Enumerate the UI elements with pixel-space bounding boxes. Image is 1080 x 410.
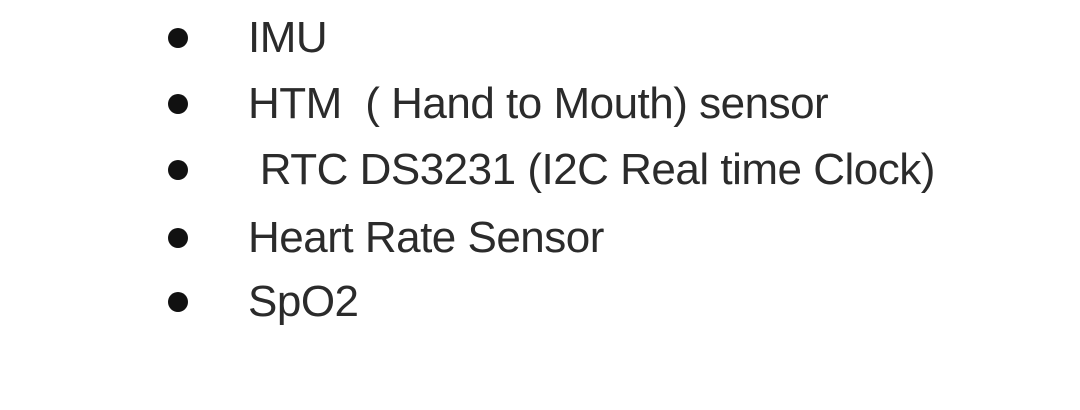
list-item-label: Heart Rate Sensor — [248, 213, 604, 262]
bullet-icon — [168, 228, 188, 248]
list-item-label: IMU — [248, 13, 328, 62]
bullet-icon — [168, 292, 188, 312]
bullet-icon — [168, 160, 188, 180]
bullet-icon — [168, 28, 188, 48]
list-item-label: SpO2 — [248, 277, 359, 326]
bullet-icon — [168, 94, 188, 114]
list-item-label: HTM ( Hand to Mouth) sensor — [248, 79, 829, 128]
list-item-label: RTC DS3231 (I2C Real time Clock) — [248, 145, 936, 194]
